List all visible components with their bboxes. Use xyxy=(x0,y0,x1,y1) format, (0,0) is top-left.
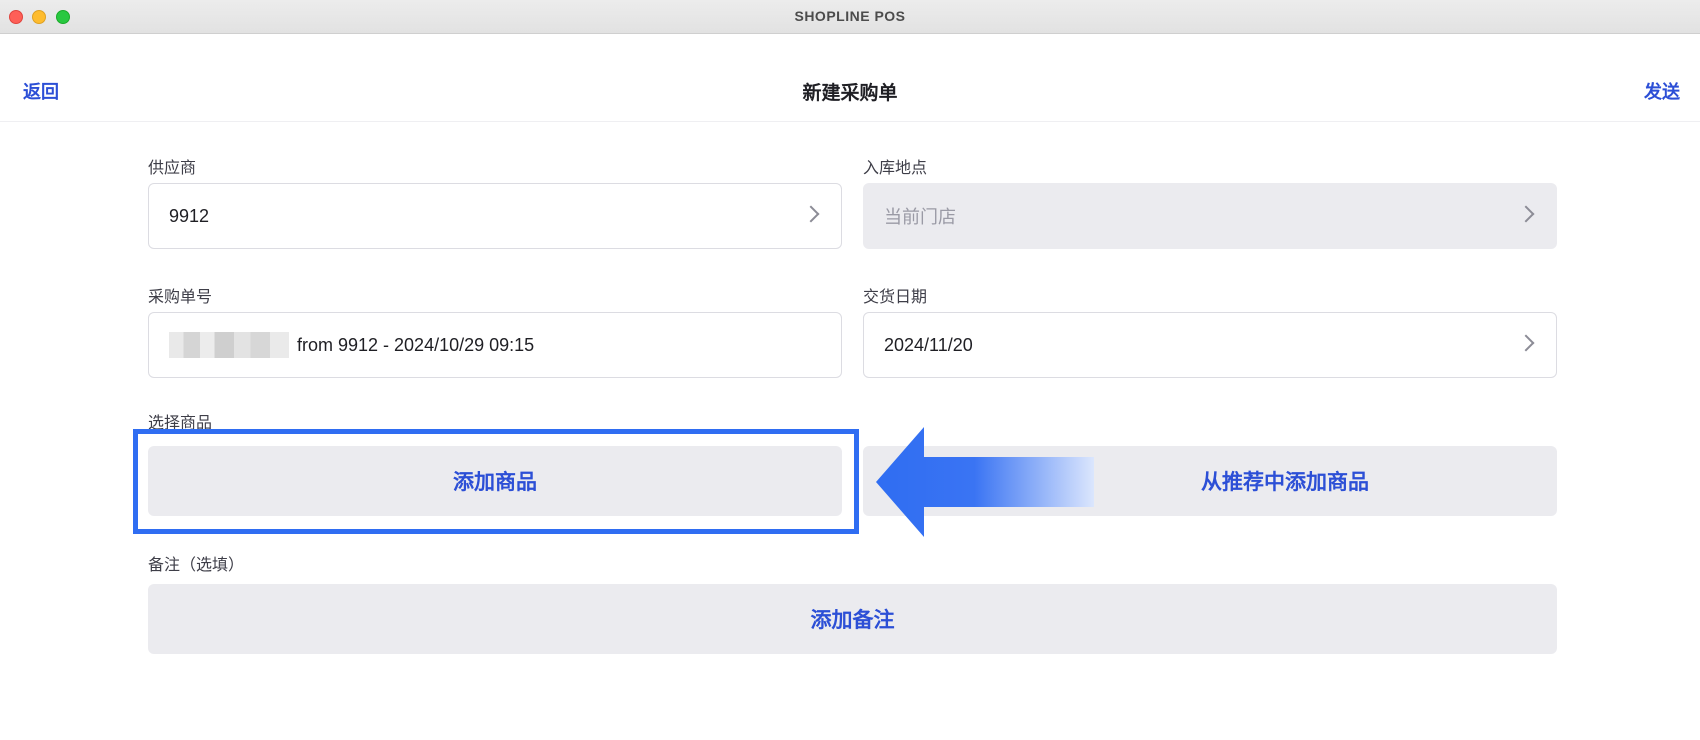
location-label: 入库地点 xyxy=(863,160,928,177)
supplier-field[interactable]: 9912 xyxy=(148,183,842,249)
delivery-date-field[interactable]: 2024/11/20 xyxy=(863,312,1557,378)
redacted-text xyxy=(169,332,289,358)
po-number-label: 采购单号 xyxy=(148,289,213,306)
chevron-right-icon xyxy=(1517,205,1535,223)
add-note-button[interactable]: 添加备注 xyxy=(148,584,1557,654)
navigation-bar: 返回 新建采购单 发送 xyxy=(0,34,1700,122)
supplier-label: 供应商 xyxy=(148,160,197,177)
chevron-right-icon xyxy=(1517,334,1535,352)
po-number-value: from 9912 - 2024/10/29 09:15 xyxy=(297,334,535,355)
chevron-right-icon xyxy=(802,205,820,223)
supplier-value: 9912 xyxy=(169,205,210,226)
page-title: 新建采购单 xyxy=(802,83,898,104)
notes-label: 备注（选填） xyxy=(148,557,245,574)
window-titlebar: SHOPLINE POS xyxy=(0,0,1700,34)
po-number-field[interactable]: from 9912 - 2024/10/29 09:15 xyxy=(148,312,842,378)
highlight-annotation xyxy=(133,429,859,534)
location-value: 当前门店 xyxy=(884,207,956,227)
left-arrow-annotation-icon xyxy=(876,427,1094,537)
delivery-date-label: 交货日期 xyxy=(863,289,928,306)
delivery-date-value: 2024/11/20 xyxy=(884,334,973,355)
location-field: 当前门店 xyxy=(863,183,1557,249)
window-title: SHOPLINE POS xyxy=(794,8,906,24)
send-button[interactable]: 发送 xyxy=(1644,78,1680,104)
